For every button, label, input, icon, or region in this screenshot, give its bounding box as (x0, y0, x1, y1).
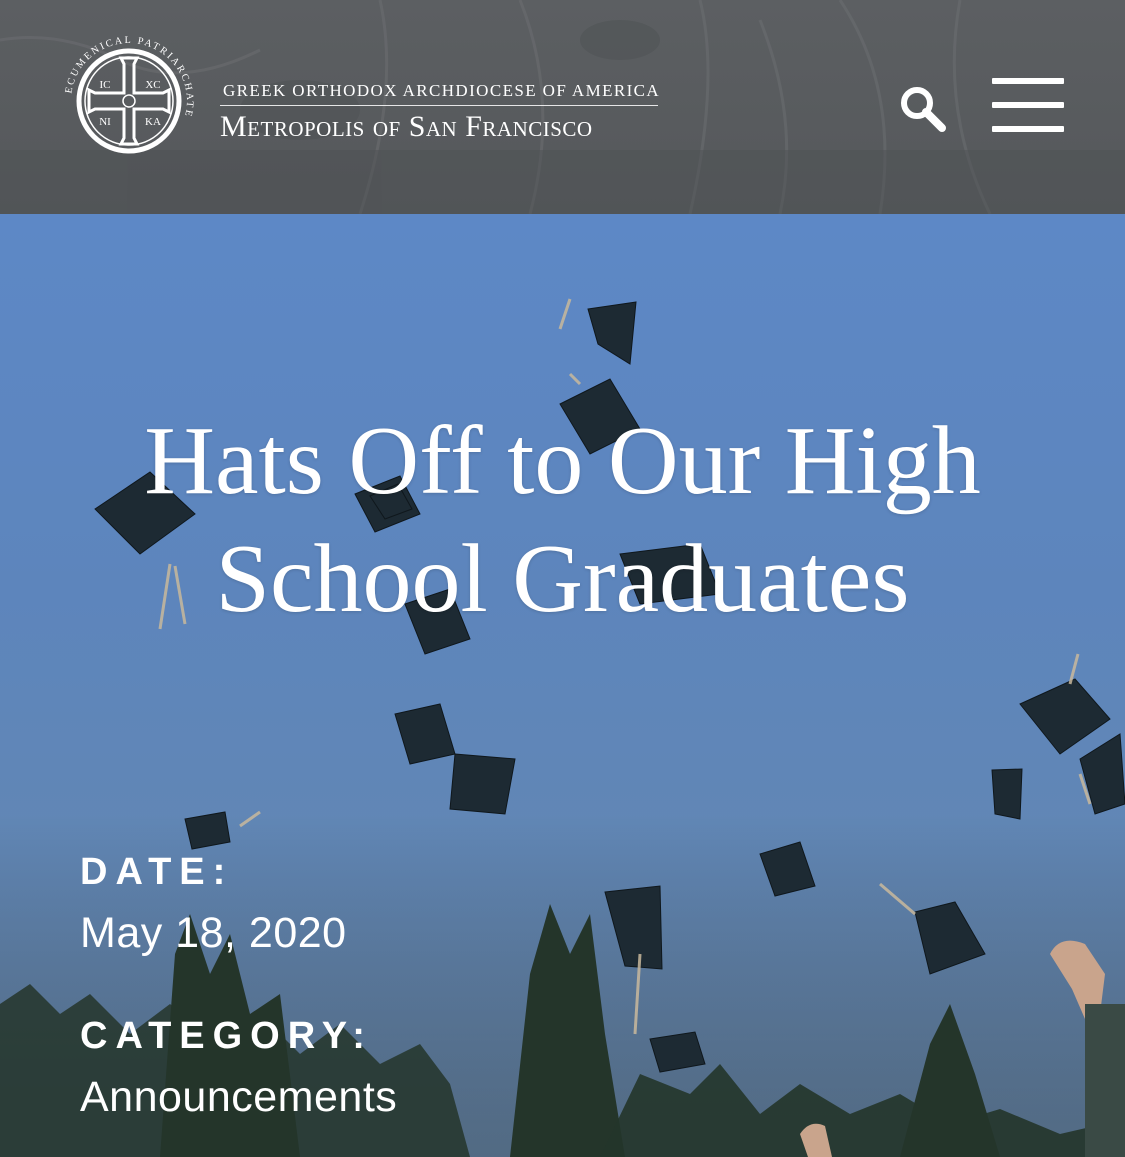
search-button[interactable] (898, 84, 948, 134)
metropolis-logo[interactable]: ECUMENICAL PATRIARCHATE IC XC NI KA (62, 34, 196, 168)
brand-divider (220, 105, 658, 106)
date-label: DATE: (80, 851, 234, 893)
hero-banner: Hats Off to Our High School Graduates DA… (0, 214, 1125, 1157)
logo-q4-text: KA (145, 116, 161, 128)
search-icon (901, 87, 946, 132)
site-brand[interactable]: Greek Orthodox Archdiocese of America Me… (220, 80, 660, 143)
logo-emblem-icon: ECUMENICAL PATRIARCHATE IC XC NI KA (63, 35, 193, 154)
menu-bar-top (992, 78, 1064, 84)
article-title: Hats Off to Our High School Graduates (144, 407, 981, 633)
brand-archdiocese: Greek Orthodox Archdiocese of America (220, 80, 660, 102)
menu-bar-bottom (992, 126, 1064, 132)
logo-q3-text: NI (99, 116, 111, 128)
brand-archdiocese-text: Greek Orthodox Archdiocese of America (223, 81, 661, 100)
logo-q1-text: IC (100, 79, 111, 91)
hamburger-menu-button[interactable] (990, 78, 1066, 136)
logo-q2-text: XC (145, 79, 160, 91)
category-value-link[interactable]: Announcements (80, 1072, 397, 1122)
date-value: May 18, 2020 (80, 909, 347, 957)
category-label: CATEGORY: (80, 1015, 373, 1057)
brand-metropolis-text: Metropolis of San Francisco (220, 110, 593, 143)
menu-bar-middle (992, 102, 1064, 108)
site-header: ECUMENICAL PATRIARCHATE IC XC NI KA Gree… (0, 0, 1125, 214)
